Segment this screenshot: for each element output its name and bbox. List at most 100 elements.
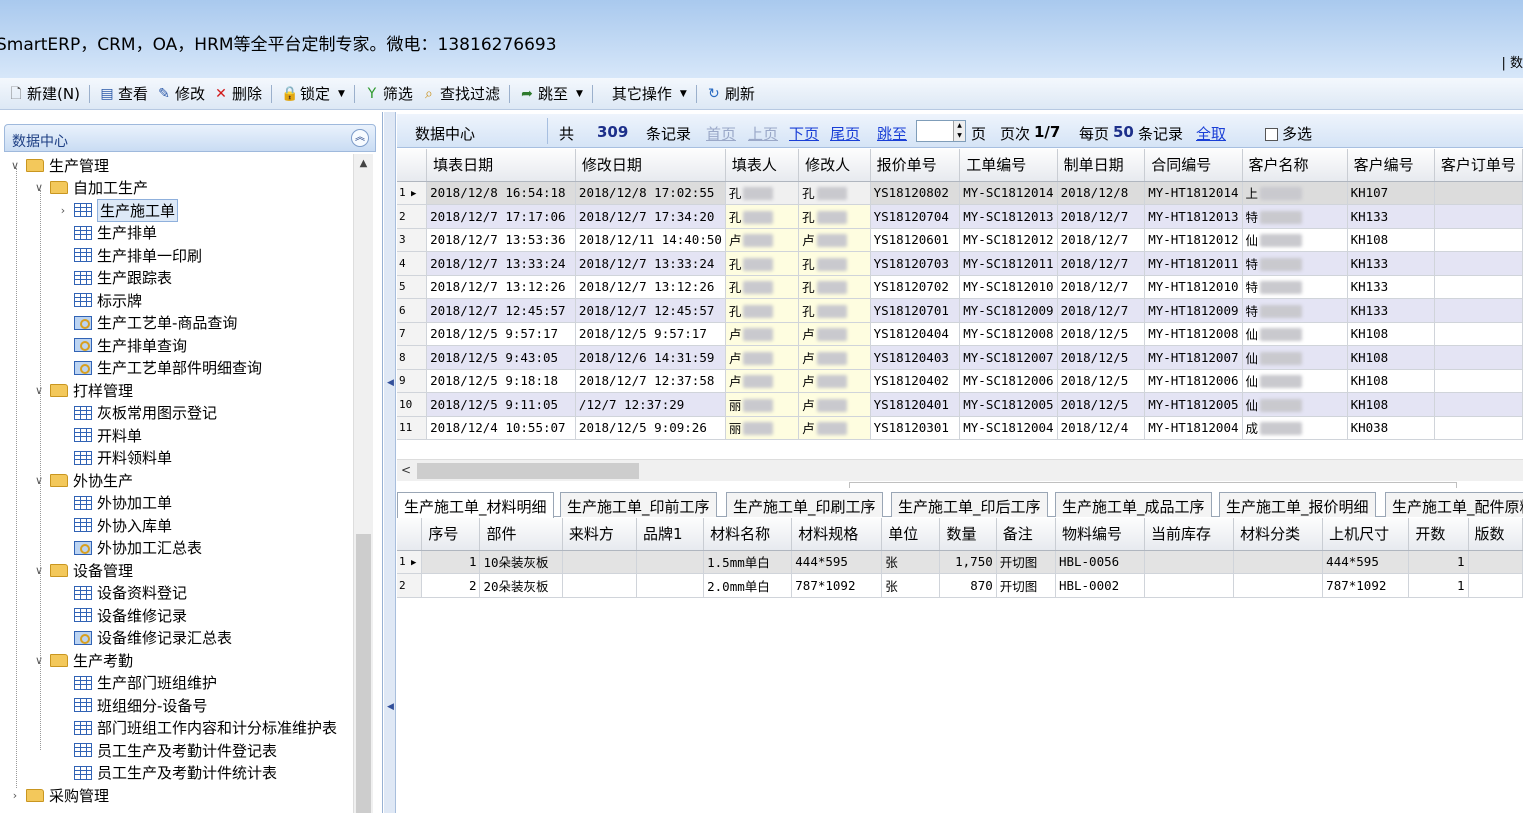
row-number[interactable]: 10 (397, 392, 428, 417)
toolbar-button-filter[interactable]: Y 筛选 (360, 81, 417, 107)
grid-cell[interactable]: 2018/12/7 13:53:36 (426, 228, 576, 252)
tree-node[interactable]: ∨ 生产管理 (8, 154, 109, 176)
column-header[interactable]: 数量 (939, 518, 997, 551)
pane-splitter[interactable]: ◀ ◀ (384, 112, 396, 813)
grid-cell[interactable]: YS18120401 (870, 392, 961, 417)
grid-cell[interactable] (1434, 275, 1523, 299)
scroll-left-icon[interactable]: < (401, 463, 411, 477)
tree-node[interactable]: 外协入库单 (56, 514, 172, 536)
grid-cell[interactable]: YS18120404 (870, 322, 961, 346)
grid-cell[interactable]: 卢 (725, 369, 800, 393)
prev-page-link[interactable]: 上页 (748, 123, 778, 144)
grid-cell[interactable]: MY-HT1812013 (1144, 204, 1243, 229)
jump-link[interactable]: 跳至 (877, 123, 907, 144)
grid-cell[interactable]: 1,750 (939, 550, 997, 574)
tree-node[interactable]: 标示牌 (56, 289, 142, 311)
grid-cell[interactable]: 444*595 (1322, 550, 1410, 574)
toolbar-button-new-doc[interactable]: 🗋 新建(N) (4, 81, 84, 107)
last-page-link[interactable]: 尾页 (830, 123, 860, 144)
grid-cell[interactable] (1468, 573, 1523, 598)
grid-hscrollbar[interactable]: < (397, 459, 1523, 488)
grid-cell[interactable] (1434, 416, 1523, 440)
column-header[interactable]: 制单日期 (1057, 149, 1146, 182)
grid-cell[interactable]: 卢 (725, 322, 800, 346)
grid-cell[interactable]: MY-HT1812008 (1144, 322, 1243, 346)
grid-cell[interactable]: 张 (881, 550, 941, 574)
expand-chevron-icon[interactable]: › (56, 204, 70, 217)
grid-cell[interactable]: 成 (1242, 416, 1348, 440)
grid-cell[interactable]: KH107 (1347, 181, 1435, 205)
grid-cell[interactable] (1434, 322, 1523, 346)
grid-cell[interactable] (1233, 550, 1324, 574)
grid-cell[interactable]: 丽 (725, 416, 800, 440)
toolbar-button-delete[interactable]: ✕ 删除 (209, 81, 266, 107)
tree-node[interactable]: 生产工艺单部件明细查询 (56, 357, 262, 379)
collapse-chevron-icon[interactable]: ∨ (32, 181, 46, 194)
detail-tab[interactable]: 生产施工单_印刷工序 (726, 492, 883, 517)
tree-node[interactable]: ∨ 打样管理 (32, 379, 133, 401)
column-header[interactable]: 材料规格 (791, 518, 883, 551)
tree-node[interactable]: 灰板常用图示登记 (56, 402, 217, 424)
grid-cell[interactable]: 20朵装灰板 (479, 573, 563, 598)
scrollbar-thumb[interactable] (356, 534, 371, 813)
grid-cell[interactable]: 2018/12/5 9:11:05 (426, 392, 576, 417)
dropdown-arrow-icon[interactable]: ▼ (338, 89, 345, 99)
column-header[interactable]: 修改人 (798, 149, 871, 182)
grid-cell[interactable] (1434, 345, 1523, 370)
grid-cell[interactable]: 卢 (798, 392, 871, 417)
collapse-chevron-icon[interactable]: ∨ (32, 654, 46, 667)
grid-cell[interactable]: 2018/12/5 (1057, 322, 1146, 346)
grid-cell[interactable]: MY-SC1812009 (959, 298, 1058, 323)
grid-cell[interactable]: 1 (1408, 573, 1469, 598)
tree-node[interactable]: › 采购管理 (8, 784, 109, 806)
grid-cell[interactable]: 特 (1242, 275, 1348, 299)
grid-cell[interactable]: 开切图 (996, 550, 1056, 574)
grid-cell[interactable]: 2018/12/7 (1057, 298, 1146, 323)
toolbar-button-jump[interactable]: ➦ 跳至 ▼ (515, 81, 587, 107)
grid-cell[interactable]: 仙 (1242, 392, 1348, 417)
grid-cell[interactable] (1144, 573, 1235, 598)
grid-cell[interactable]: 孔 (725, 275, 800, 299)
grid-cell[interactable]: 2018/12/5 (1057, 392, 1146, 417)
grid-cell[interactable]: 孔 (798, 275, 871, 299)
grid-cell[interactable]: KH038 (1347, 416, 1435, 440)
grid-cell[interactable]: HBL-0056 (1055, 550, 1146, 574)
grid-cell[interactable]: 特 (1242, 204, 1348, 229)
table-row[interactable]: 3 2018/12/7 13:53:36 2018/12/11 14:40:50 卢卢… (397, 228, 1523, 252)
grid-cell[interactable]: 870 (939, 573, 997, 598)
column-header[interactable]: 材料名称 (703, 518, 793, 551)
grid-cell[interactable]: 2018/12/7 (1057, 228, 1146, 252)
grid-cell[interactable]: 2018/12/5 9:57:17 (575, 322, 726, 346)
toolbar-button-refresh[interactable]: ↻ 刷新 (702, 81, 759, 107)
grid-cell[interactable] (636, 550, 705, 574)
grid-cell[interactable]: 2018/12/7 17:17:06 (426, 204, 576, 229)
detail-tab[interactable]: 生产施工单_印前工序 (560, 492, 717, 517)
grid-cell[interactable]: 787*1092 (1322, 573, 1410, 598)
grid-cell[interactable]: 仙 (1242, 228, 1348, 252)
column-header[interactable]: 客户名称 (1242, 149, 1348, 182)
grid-cell[interactable]: 孔 (725, 204, 800, 229)
column-header[interactable]: 报价单号 (870, 149, 961, 182)
grid-cell[interactable]: 卢 (798, 416, 871, 440)
grid-cell[interactable]: MY-HT1812014 (1144, 181, 1243, 205)
grid-cell[interactable]: 2018/12/5 9:09:26 (575, 416, 726, 440)
grid-cell[interactable]: MY-HT1812005 (1144, 392, 1243, 417)
grid-cell[interactable] (562, 573, 637, 598)
table-row[interactable]: 8 2018/12/5 9:43:05 2018/12/6 14:31:59 卢卢 YS… (397, 345, 1523, 370)
grid-cell[interactable]: 2018/12/4 (1057, 416, 1146, 440)
grid-cell[interactable]: KH108 (1347, 322, 1435, 346)
grid-cell[interactable]: 孔 (798, 204, 871, 229)
grid-cell[interactable]: 开切图 (996, 573, 1056, 598)
table-row[interactable]: 7 2018/12/5 9:57:17 2018/12/5 9:57:17 卢卢 YS1… (397, 322, 1523, 346)
tree-node[interactable]: 部门班组工作内容和计分标准维护表 (56, 717, 337, 739)
row-number[interactable]: 1 ▶ (397, 181, 428, 205)
tree-node[interactable]: 生产工艺单-商品查询 (56, 312, 237, 334)
table-row[interactable]: 4 2018/12/7 13:33:24 2018/12/7 13:33:24 孔孔 Y… (397, 251, 1523, 276)
tree-node[interactable]: ∨ 设备管理 (32, 559, 133, 581)
toolbar-button-edit[interactable]: ✎ 修改 (152, 81, 209, 107)
grid-cell[interactable]: 孔 (798, 251, 871, 276)
grid-cell[interactable]: KH108 (1347, 369, 1435, 393)
grid-cell[interactable]: 444*595 (791, 550, 883, 574)
multi-select-checkbox[interactable]: 多选 (1265, 123, 1312, 144)
grid-cell[interactable]: 卢 (725, 345, 800, 370)
